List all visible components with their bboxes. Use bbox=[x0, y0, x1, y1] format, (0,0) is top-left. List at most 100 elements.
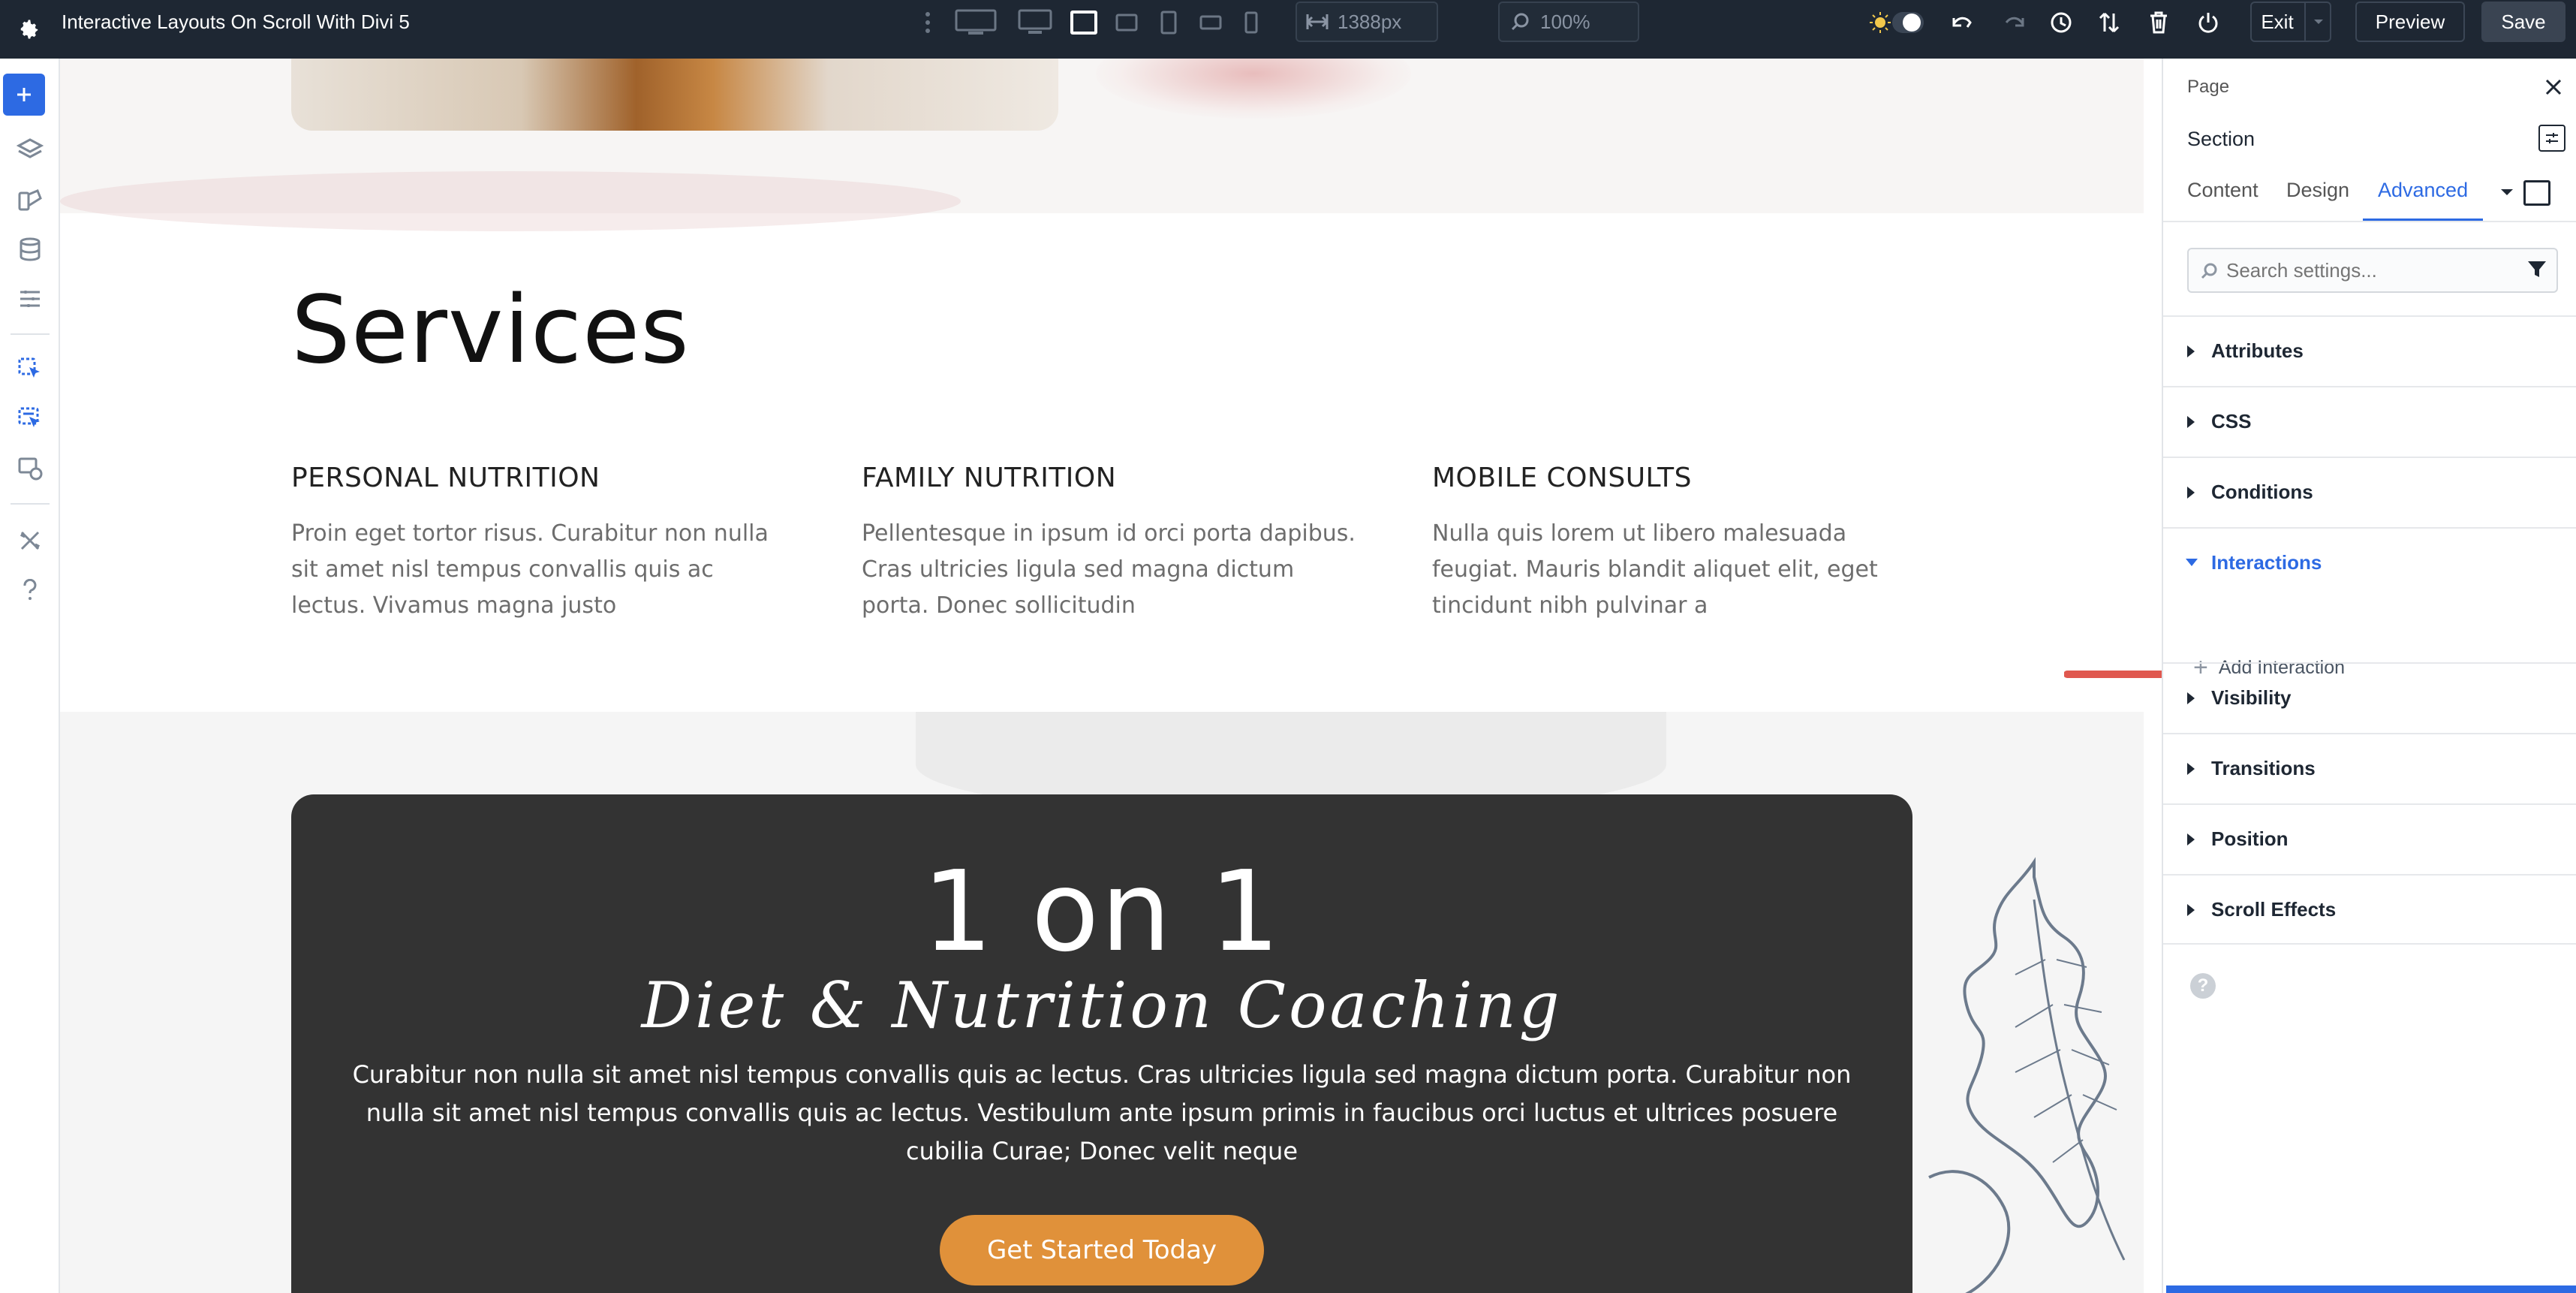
settings-panel: Page Section Content Design Advanced Att… bbox=[2162, 59, 2576, 1293]
group-transitions[interactable]: Transitions bbox=[2163, 733, 2576, 803]
card-heading: 1 on 1 bbox=[922, 847, 1282, 976]
group-attributes[interactable]: Attributes bbox=[2163, 315, 2576, 386]
caret-right-icon bbox=[2187, 763, 2195, 775]
group-label: CSS bbox=[2211, 410, 2252, 433]
service-text: Pellentesque in ipsum id orci porta dapi… bbox=[862, 520, 1356, 619]
oak-leaf-illustration bbox=[1928, 857, 2126, 1293]
exit-label: Exit bbox=[2261, 10, 2294, 33]
interactions-multi-select-icon[interactable] bbox=[6, 398, 54, 440]
save-button[interactable]: Save bbox=[2481, 2, 2565, 42]
width-arrows-icon bbox=[1306, 14, 1329, 29]
canvas-width-field[interactable]: 1388px bbox=[1296, 2, 1438, 42]
tab-design[interactable]: Design bbox=[2286, 179, 2349, 202]
element-options-icon[interactable] bbox=[2538, 125, 2565, 152]
service-column-2: FAMILY NUTRITION Pellentesque in ipsum i… bbox=[862, 463, 1357, 624]
tab-layout-toggle-icon[interactable] bbox=[2523, 180, 2550, 206]
search-icon bbox=[2201, 263, 2217, 279]
tab-advanced[interactable]: Advanced bbox=[2378, 179, 2468, 202]
zoom-field[interactable]: 100% bbox=[1498, 2, 1639, 42]
caret-right-icon bbox=[2187, 416, 2195, 428]
undo-icon[interactable] bbox=[1949, 6, 1979, 39]
group-scroll-effects[interactable]: Scroll Effects bbox=[2163, 874, 2576, 945]
service-heading: MOBILE CONSULTS bbox=[1432, 463, 1693, 493]
service-text: Nulla quis lorem ut libero malesuada feu… bbox=[1432, 520, 1878, 619]
canvas-width-value: 1388px bbox=[1338, 10, 1402, 33]
design-library-icon[interactable] bbox=[6, 179, 54, 221]
group-conditions[interactable]: Conditions bbox=[2163, 457, 2576, 527]
panel-bottom-bar bbox=[2166, 1285, 2576, 1293]
decorative-wave bbox=[60, 171, 961, 231]
database-icon[interactable] bbox=[6, 228, 54, 270]
desktop-wide-view-icon[interactable] bbox=[953, 6, 998, 39]
group-label: Scroll Effects bbox=[2211, 898, 2337, 921]
search-input[interactable] bbox=[2226, 255, 2511, 285]
card-subheading: Diet & Nutrition Coaching bbox=[641, 969, 1563, 1042]
group-label: Attributes bbox=[2211, 339, 2304, 362]
annotation-arrow-icon bbox=[2064, 671, 2162, 678]
help-question-icon[interactable] bbox=[6, 569, 54, 611]
power-icon[interactable] bbox=[2193, 6, 2223, 39]
left-sidebar bbox=[0, 59, 60, 1293]
tabs-divider bbox=[2163, 221, 2576, 222]
card-body-text: Curabitur non nulla sit amet nisl tempus… bbox=[352, 1060, 1852, 1165]
add-module-plus-icon[interactable] bbox=[3, 74, 45, 116]
tab-content[interactable]: Content bbox=[2187, 179, 2259, 202]
close-icon[interactable] bbox=[2540, 74, 2567, 101]
caret-right-icon bbox=[2187, 692, 2195, 704]
light-dark-toggle[interactable] bbox=[1867, 6, 1927, 39]
builder-canvas[interactable]: Services PERSONAL NUTRITION Proin eget t… bbox=[60, 59, 2162, 1293]
portability-icon[interactable] bbox=[2094, 6, 2124, 39]
service-column-3: MOBILE CONSULTS Nulla quis lorem ut libe… bbox=[1432, 463, 1927, 624]
layers-icon[interactable] bbox=[6, 129, 54, 171]
desktop-view-icon[interactable] bbox=[1016, 6, 1054, 39]
phone-landscape-view-icon[interactable] bbox=[1198, 6, 1223, 39]
exit-dropdown-caret-icon[interactable] bbox=[2304, 2, 2331, 42]
service-text: Proin eget tortor risus. Curabitur non n… bbox=[291, 520, 769, 619]
sidebar-divider bbox=[11, 503, 50, 505]
tablet-portrait-view-icon[interactable] bbox=[1157, 6, 1180, 39]
services-heading: Services bbox=[291, 276, 690, 384]
drag-handle-icon[interactable] bbox=[920, 6, 935, 39]
group-label: Visibility bbox=[2211, 686, 2292, 709]
laptop-view-icon-active[interactable] bbox=[1069, 6, 1099, 39]
caret-right-icon bbox=[2187, 904, 2195, 916]
help-icon[interactable]: ? bbox=[2190, 973, 2216, 999]
group-label: Interactions bbox=[2211, 551, 2322, 574]
tools-icon[interactable] bbox=[6, 520, 54, 562]
service-heading: FAMILY NUTRITION bbox=[862, 463, 1117, 493]
settings-search bbox=[2187, 248, 2558, 293]
group-position[interactable]: Position bbox=[2163, 803, 2576, 874]
service-heading: PERSONAL NUTRITION bbox=[291, 463, 600, 493]
trash-icon[interactable] bbox=[2144, 6, 2174, 39]
service-column-1: PERSONAL NUTRITION Proin eget tortor ris… bbox=[291, 463, 787, 624]
caret-right-icon bbox=[2187, 487, 2195, 499]
group-label: Conditions bbox=[2211, 481, 2313, 503]
page-settings-icon[interactable] bbox=[6, 278, 54, 320]
hero-photo bbox=[291, 59, 1058, 131]
get-started-button[interactable]: Get Started Today bbox=[940, 1215, 1264, 1285]
sidebar-divider bbox=[11, 333, 50, 335]
tabs-more-caret-icon[interactable] bbox=[2499, 185, 2514, 200]
history-icon[interactable] bbox=[2046, 6, 2076, 39]
group-label: Position bbox=[2211, 827, 2289, 850]
preview-button[interactable]: Preview bbox=[2355, 2, 2465, 42]
breadcrumb[interactable]: Page bbox=[2187, 77, 2229, 98]
hero-section-bottom bbox=[60, 59, 2144, 231]
decorative-blob bbox=[1096, 59, 1411, 119]
group-interactions[interactable]: Interactions bbox=[2163, 527, 2576, 598]
settings-gear-icon[interactable] bbox=[11, 11, 48, 48]
caret-right-icon bbox=[2187, 345, 2195, 357]
redo-icon[interactable] bbox=[1998, 6, 2028, 39]
group-visibility[interactable]: Visibility bbox=[2163, 662, 2576, 733]
filter-icon[interactable] bbox=[2526, 260, 2547, 279]
phone-portrait-view-icon[interactable] bbox=[1241, 6, 1261, 39]
top-toolbar: Interactive Layouts On Scroll With Divi … bbox=[0, 0, 2576, 59]
caret-down-icon bbox=[2186, 559, 2198, 566]
interactions-select-icon[interactable] bbox=[6, 348, 54, 390]
group-label: Transitions bbox=[2211, 757, 2316, 779]
page-title: Interactive Layouts On Scroll With Divi … bbox=[62, 11, 410, 33]
responsive-check-icon[interactable] bbox=[6, 448, 54, 490]
coaching-card: 1 on 1 Diet & Nutrition Coaching Curabit… bbox=[291, 794, 1912, 1293]
group-css[interactable]: CSS bbox=[2163, 386, 2576, 457]
tablet-landscape-view-icon[interactable] bbox=[1114, 6, 1139, 39]
